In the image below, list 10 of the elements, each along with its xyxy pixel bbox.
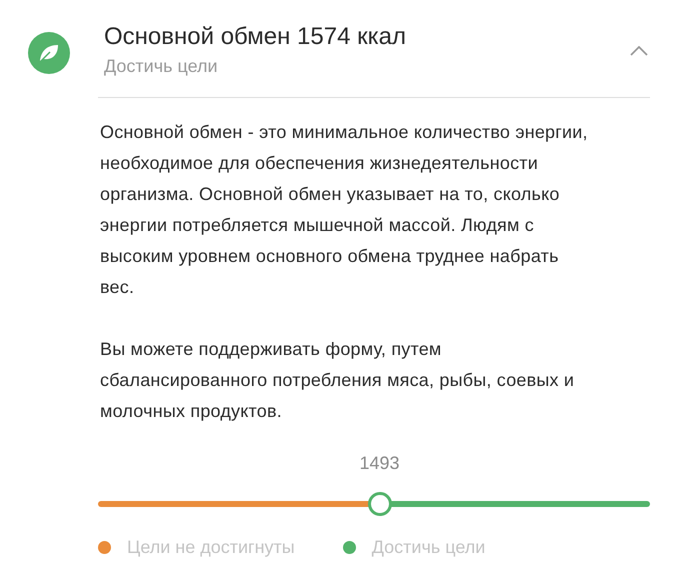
legend-label: Цели не достигнуты [127, 537, 295, 558]
section-title: Основной обмен 1574 ккал [104, 22, 407, 52]
section-subtitle: Достичь цели [104, 56, 219, 77]
slider-value: 1493 [360, 453, 400, 474]
legend-label: Достичь цели [372, 537, 486, 558]
leaf-icon [28, 32, 70, 74]
chevron-icon[interactable] [630, 46, 648, 56]
slider-thumb[interactable] [368, 492, 392, 516]
description-paragraph: Вы можете поддерживать форму, путем сбалансированного потребления мяса, рыбы, соевых и молочных продуктов. [100, 338, 576, 423]
description-paragraph: Основной обмен - это минимальное количество энергии, необходимое для обеспечения жизнедеятельности организма. Основной обмен указывает на то, сколько энергии потребляется мышечной массой. Людям с высоким уровнем основного обмена труднее набрать вес. [100, 121, 589, 299]
